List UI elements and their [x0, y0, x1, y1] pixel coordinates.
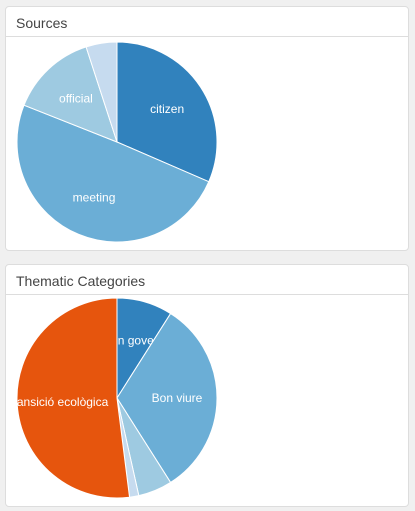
pie-label-meeting: meeting: [73, 190, 116, 204]
thematic-categories-panel-body: Bon govern Bon viure Transició ecològica: [6, 295, 408, 505]
sources-panel: Sources citizen meeting official: [5, 6, 409, 251]
pie-label-transicio-ecologica: Transició ecològica: [6, 395, 109, 409]
thematic-categories-pie-chart: Bon governBon viureTransició ecològica: [6, 297, 218, 499]
thematic-categories-panel-title: Thematic Categories: [6, 265, 408, 295]
pie-label-official: official: [59, 91, 93, 105]
pie-label-citizen: citizen: [150, 102, 184, 116]
sources-panel-title: Sources: [6, 7, 408, 37]
pie-label-bon-viure: Bon viure: [152, 391, 203, 405]
sources-panel-body: citizen meeting official: [6, 37, 408, 249]
thematic-categories-panel: Thematic Categories Bon govern Bon viure T…: [5, 264, 409, 507]
sources-pie-chart: citizen meeting official: [16, 41, 218, 243]
